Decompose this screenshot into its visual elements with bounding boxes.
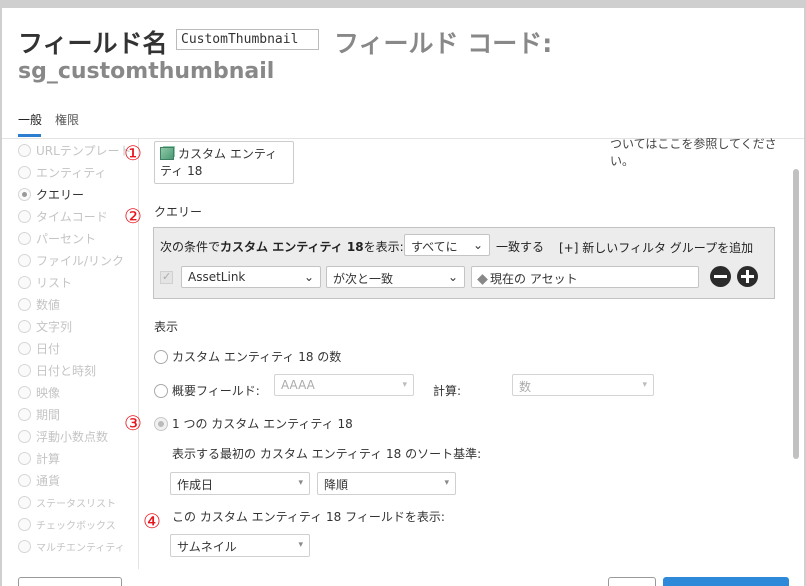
chevron-down-icon: ▾ <box>642 380 647 390</box>
radio-icon <box>18 385 31 399</box>
radio-icon <box>18 451 31 465</box>
count-option-radio[interactable] <box>154 350 168 364</box>
chevron-down-icon: ⌄ <box>447 270 458 284</box>
annotation-marker-3: ③ <box>124 411 142 435</box>
radio-icon <box>18 319 31 333</box>
sidebar-item-percent[interactable]: パーセント <box>18 227 96 249</box>
radio-icon <box>18 495 31 509</box>
window-frame-left <box>0 0 2 586</box>
tab-permissions[interactable]: 権限 <box>55 111 79 128</box>
chevron-down-icon: ▾ <box>298 478 303 488</box>
count-option-label: カスタム エンティティ 18 の数 <box>172 350 342 364</box>
radio-icon <box>18 539 31 553</box>
entity-type-label: カスタム エンティティ 18 <box>160 147 278 178</box>
add-filter-group-link[interactable]: [+] 新しいフィルタ グループを追加 <box>559 239 753 256</box>
radio-icon <box>18 253 31 267</box>
filter-value-input[interactable]: 現在の アセット <box>471 266 699 288</box>
entity-type-selector[interactable]: カスタム エンティティ 18 <box>154 141 294 184</box>
tab-general[interactable]: 一般 <box>18 111 42 128</box>
sidebar-item-image[interactable]: 映像 <box>18 381 60 403</box>
show-field-label: この カスタム エンティティ 18 フィールドを表示: <box>172 510 445 524</box>
radio-selected-icon <box>18 187 31 201</box>
single-option-radio[interactable] <box>154 417 168 431</box>
sidebar-item-date[interactable]: 日付 <box>18 337 60 359</box>
field-name-input[interactable] <box>176 29 319 50</box>
vertical-scrollbar[interactable] <box>793 169 799 459</box>
calc-label: 計算: <box>433 384 462 398</box>
chevron-down-icon: ▾ <box>444 478 449 488</box>
sidebar-item-float[interactable]: 浮動小数点数 <box>18 425 108 447</box>
radio-icon <box>18 341 31 355</box>
radio-icon <box>18 209 31 223</box>
match-select[interactable]: すべてに ⌄ <box>404 234 490 256</box>
display-section-label: 表示 <box>154 320 179 334</box>
field-code-value: sg_customthumbnail <box>18 59 275 84</box>
radio-icon <box>18 275 31 289</box>
footer-left-button[interactable] <box>18 577 122 586</box>
sidebar-item-query[interactable]: クエリー <box>18 183 84 205</box>
asset-icon <box>477 274 488 285</box>
custom-entity-icon <box>160 147 174 160</box>
sidebar-item-timecode[interactable]: タイムコード <box>18 205 108 227</box>
sidebar-item-entity[interactable]: エンティティ <box>18 161 107 183</box>
chevron-down-icon: ⌄ <box>472 238 483 252</box>
radio-icon <box>18 517 31 531</box>
match-suffix: 一致する <box>496 240 545 254</box>
radio-icon <box>18 363 31 377</box>
radio-icon <box>18 429 31 443</box>
radio-icon <box>18 297 31 311</box>
sidebar-item-multi-entity[interactable]: マルチエンティティ <box>18 535 125 557</box>
radio-icon <box>18 407 31 421</box>
footer-cancel-button[interactable] <box>608 577 656 586</box>
sidebar-item-duration[interactable]: 期間 <box>18 403 60 425</box>
field-code-label: フィールド コード: <box>334 29 553 58</box>
add-filter-button[interactable] <box>737 266 758 287</box>
sidebar-item-url-template[interactable]: URLテンプレート <box>18 139 131 161</box>
chevron-down-icon: ⌄ <box>303 270 314 284</box>
sidebar-item-file-link[interactable]: ファイル/リンク <box>18 249 124 271</box>
sort-label: 表示する最初の カスタム エンティティ 18 のソート基準: <box>172 447 482 461</box>
annotation-marker-2: ② <box>124 204 142 228</box>
filter-field-select[interactable]: AssetLink ⌄ <box>181 266 321 288</box>
active-tab-indicator <box>18 134 41 137</box>
calc-select[interactable]: 数 ▾ <box>512 374 654 396</box>
summary-field-select[interactable]: AAAA ▾ <box>274 374 414 396</box>
radio-icon <box>18 143 31 157</box>
footer-save-button[interactable] <box>663 577 789 586</box>
help-text: ついてはここを参照してください。 <box>610 137 777 168</box>
sidebar-item-list[interactable]: リスト <box>18 271 72 293</box>
sidebar-item-datetime[interactable]: 日付と時刻 <box>18 359 96 381</box>
sort-field-select[interactable]: 作成日 ▾ <box>170 472 310 495</box>
show-field-select[interactable]: サムネイル ▾ <box>170 534 310 557</box>
sidebar-item-checkbox[interactable]: チェックボックス <box>18 513 116 535</box>
radio-icon <box>18 165 31 179</box>
chevron-down-icon: ▾ <box>402 380 407 390</box>
filter-enabled-checkbox[interactable] <box>160 270 173 284</box>
filter-operator-select[interactable]: が次と一致 ⌄ <box>326 266 465 288</box>
window-frame-top <box>0 0 806 8</box>
summary-option-label: 概要フィールド: <box>172 384 260 398</box>
annotation-marker-1: ① <box>124 141 142 165</box>
field-name-label: フィールド名 <box>18 29 168 58</box>
remove-filter-button[interactable] <box>710 266 731 287</box>
summary-option-radio[interactable] <box>154 384 168 398</box>
sidebar-item-status-list[interactable]: ステータスリスト <box>18 491 116 513</box>
annotation-marker-4: ④ <box>143 509 161 533</box>
single-option-label: 1 つの カスタム エンティティ 18 <box>172 417 353 431</box>
sidebar-item-currency[interactable]: 通貨 <box>18 469 60 491</box>
condition-text: 次の条件でカスタム エンティティ 18を表示: <box>160 240 404 254</box>
filter-box: 次の条件でカスタム エンティティ 18を表示: すべてに ⌄ 一致する [+] 新… <box>153 227 775 299</box>
sort-order-select[interactable]: 降順 ▾ <box>317 472 456 495</box>
query-section-label: クエリー <box>154 205 203 219</box>
chevron-down-icon: ▾ <box>298 540 303 550</box>
sidebar-item-text[interactable]: 文字列 <box>18 315 72 337</box>
radio-icon <box>18 473 31 487</box>
radio-icon <box>18 231 31 245</box>
sidebar-item-calculated[interactable]: 計算 <box>18 447 60 469</box>
sidebar-item-number[interactable]: 数値 <box>18 293 60 315</box>
